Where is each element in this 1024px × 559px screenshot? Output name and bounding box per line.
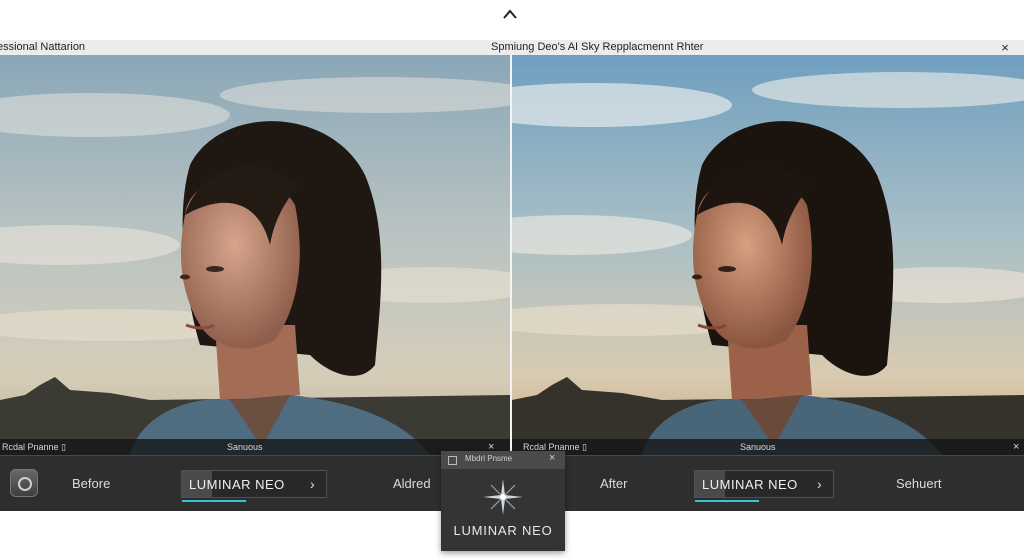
luminar-neo-button-before[interactable]: LUMINAR NEO › xyxy=(181,470,327,502)
panel-mid-label: Sanuous xyxy=(740,442,776,452)
luminar-neo-button-after[interactable]: LUMINAR NEO › xyxy=(694,470,834,502)
close-icon[interactable]: × xyxy=(1013,439,1019,456)
chevron-right-icon: › xyxy=(310,476,315,492)
brand-label: LUMINAR NEO xyxy=(189,477,285,492)
sehuert-tab[interactable]: Sehuert xyxy=(896,476,942,491)
popup-title: Mbdrl Pnsme xyxy=(465,454,513,463)
chevron-right-icon: › xyxy=(817,476,822,492)
progress-bar xyxy=(695,500,759,502)
window-icon xyxy=(448,456,457,465)
panel-label: Rcdal Pnanne ▯ xyxy=(2,442,66,452)
popup-brand-label: LUMINAR NEO xyxy=(453,523,553,538)
before-caption-bar: Rcdal Pnanne ▯ Sanuous × xyxy=(0,439,510,456)
app-icon[interactable] xyxy=(10,469,38,497)
after-tab[interactable]: After xyxy=(600,476,627,491)
aldred-tab[interactable]: Aldred xyxy=(393,476,431,491)
window-title: Spmiung Deo's AI Sky Repplacmennt Rhter xyxy=(491,41,704,53)
after-caption-bar: Rcdal Pnanne ▯ Sanuous × xyxy=(512,439,1024,456)
before-tab[interactable]: Before xyxy=(72,476,110,491)
chevron-up-icon[interactable] xyxy=(503,9,517,19)
left-window-title: essional Nattarion xyxy=(0,41,86,53)
panel-mid-label: Sanuous xyxy=(227,442,263,452)
brand-label: LUMINAR NEO xyxy=(702,477,798,492)
window-title-bar: essional Nattarion Spmiung Deo's AI Sky … xyxy=(0,40,1024,55)
close-icon[interactable]: × xyxy=(549,452,555,464)
sparkle-icon xyxy=(483,479,523,515)
after-photo xyxy=(512,55,1024,455)
luminar-popup: Mbdrl Pnsme × LUMINAR NEO xyxy=(441,451,565,551)
progress-bar xyxy=(182,500,246,502)
close-icon[interactable]: × xyxy=(998,40,1012,55)
popup-header: Mbdrl Pnsme × xyxy=(441,451,565,469)
before-photo xyxy=(0,55,510,455)
